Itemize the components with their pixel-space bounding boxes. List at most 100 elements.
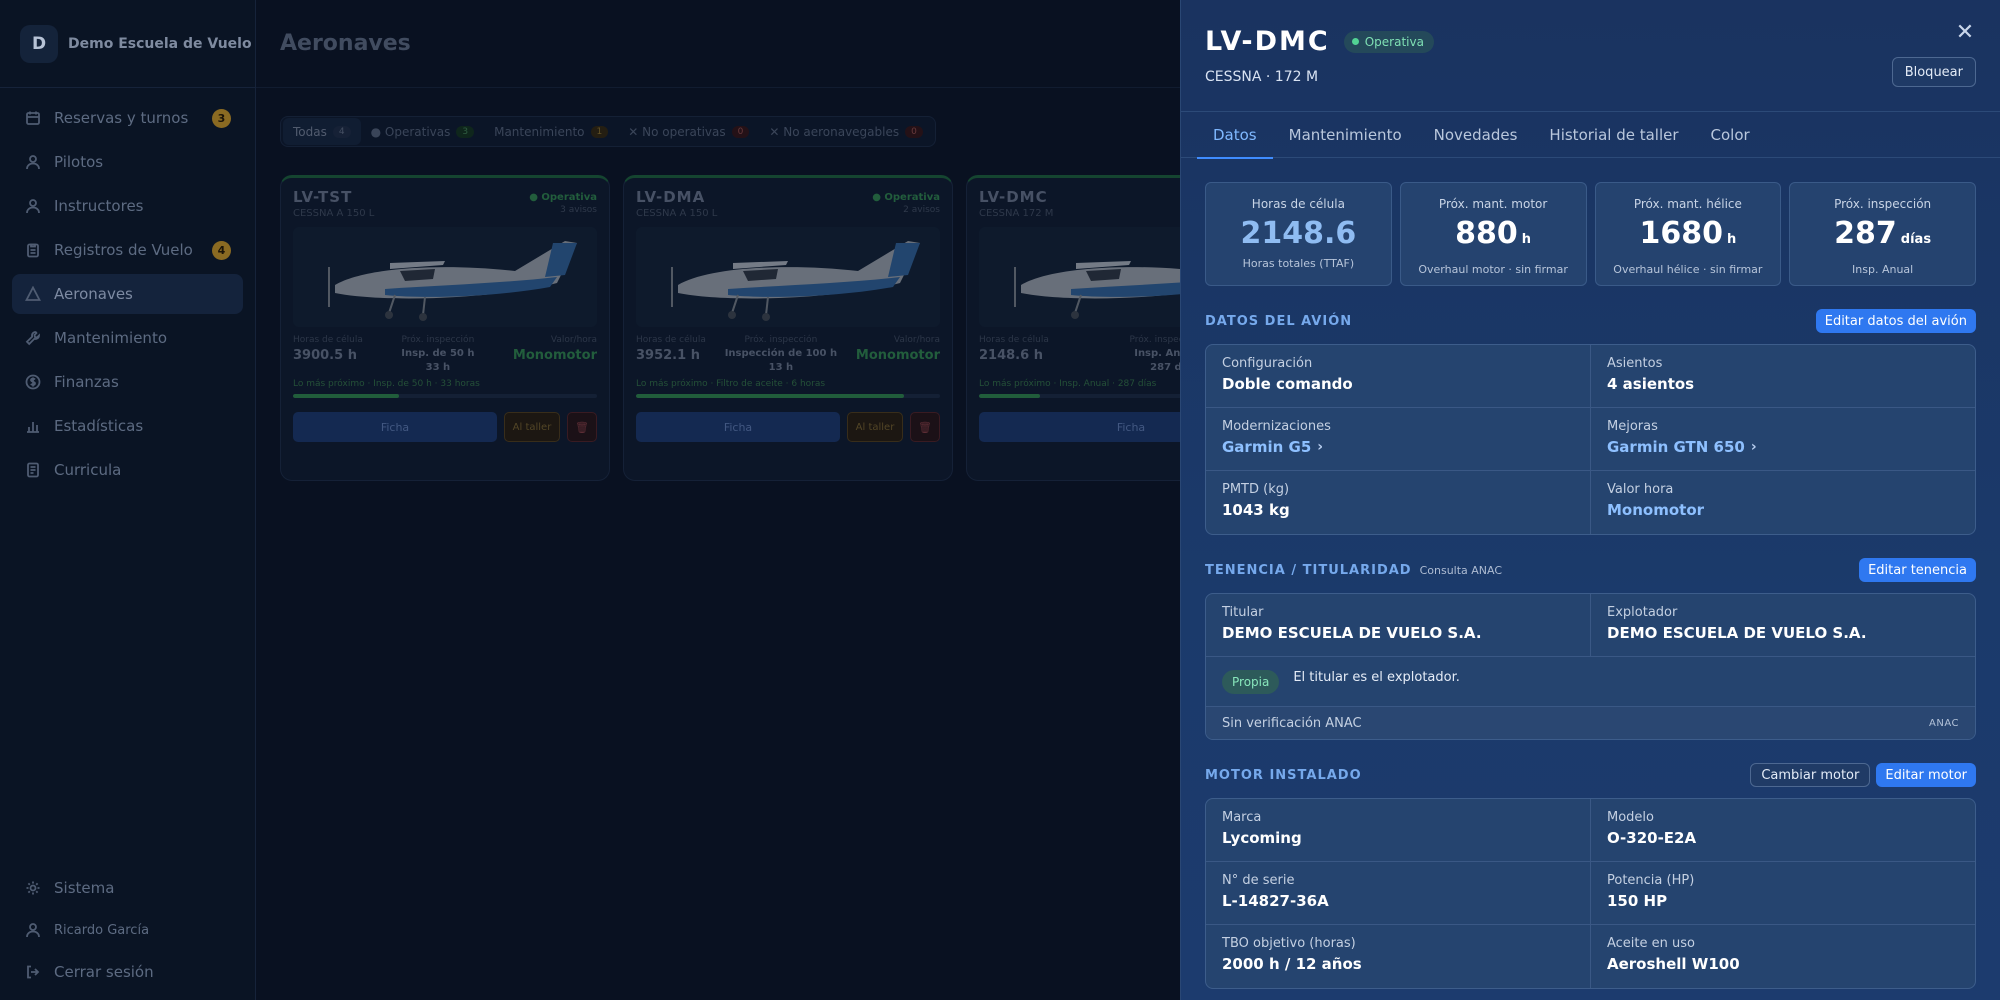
- drawer-header: LV-DMC Operativa CESSNA · 172 M ✕ Bloque…: [1181, 0, 2000, 112]
- aircraft-card[interactable]: LV-DMA CESSNA A 150 L ● Operativa 2 avis…: [623, 175, 953, 481]
- brand-logo: D: [20, 24, 58, 63]
- card-rate: Monomotor: [855, 348, 940, 363]
- verification-row: Sin verificación ANAC ANAC: [1206, 707, 1975, 739]
- reservas-badge: 3: [212, 109, 231, 128]
- card-hours: 2148.6 h: [979, 348, 1043, 363]
- sidebar-item-estadisticas[interactable]: Estadísticas: [12, 406, 243, 446]
- trash-icon[interactable]: 🗑: [567, 412, 597, 442]
- main-header: Aeronaves: [256, 0, 1180, 88]
- taller-button[interactable]: Al taller: [847, 412, 903, 442]
- tab-mantenimiento[interactable]: Mantenimiento: [1273, 112, 1418, 158]
- sidebar-item-pilotos[interactable]: Pilotos: [12, 142, 243, 182]
- field-value: L-14827-36A: [1222, 892, 1329, 910]
- edit-plane-button[interactable]: Editar datos del avión: [1815, 309, 1976, 333]
- filter-todas[interactable]: Todas 4: [283, 118, 361, 145]
- filter-count: 3: [456, 125, 475, 138]
- section-title: TENENCIA / TITULARIDAD: [1205, 562, 1412, 578]
- field-mejoras: Mejoras Garmin GTN 650 ›: [1590, 408, 1975, 470]
- stat-label: Próx. inspección: [1129, 335, 1180, 345]
- metric-airframe-hours: Horas de célula 2148.6 Horas totales (TT…: [1205, 182, 1392, 286]
- verification-tag: ANAC: [1929, 717, 1959, 729]
- logout-icon: [25, 964, 41, 980]
- filter-no-aeronavegables[interactable]: ✕ No aeronavegables 0: [759, 118, 932, 145]
- ownership-type-row: Propia El titular es el explotador.: [1206, 657, 1975, 707]
- calendar-icon: [25, 110, 41, 126]
- sidebar-item-label: Finanzas: [54, 373, 119, 391]
- filter-operativas[interactable]: ● Operativas 3: [361, 118, 485, 145]
- stat-label: Próx. inspección: [401, 335, 475, 345]
- modernizaciones-link[interactable]: Garmin G5 ›: [1222, 438, 1574, 456]
- sidebar-item-reservas[interactable]: Reservas y turnos 3: [12, 98, 243, 138]
- mejoras-link[interactable]: Garmin GTN 650 ›: [1607, 438, 1959, 456]
- section-header: TENENCIA / TITULARIDAD Consulta ANAC Edi…: [1205, 557, 1976, 583]
- sidebar-item-instructores[interactable]: Instructores: [12, 186, 243, 226]
- tab-novedades[interactable]: Novedades: [1418, 112, 1534, 158]
- tab-historial[interactable]: Historial de taller: [1533, 112, 1694, 158]
- tab-color[interactable]: Color: [1695, 112, 1766, 158]
- ficha-button[interactable]: Ficha: [979, 412, 1180, 442]
- card-progress: [293, 394, 597, 398]
- metric-value: 287 días: [1834, 217, 1931, 257]
- close-icon[interactable]: ✕: [1954, 22, 1976, 44]
- filter-no-operativas[interactable]: ✕ No operativas 0: [618, 118, 759, 145]
- card-next-item: Lo más próximo · Insp. Anual · 287 días: [979, 379, 1157, 389]
- card-model: CESSNA 172 M: [979, 208, 1054, 219]
- ownership-grid: Titular DEMO ESCUELA DE VUELO S.A. Explot…: [1205, 593, 1976, 740]
- field-explotador: Explotador DEMO ESCUELA DE VUELO S.A.: [1590, 594, 1975, 656]
- sidebar-item-label: Reservas y turnos: [54, 109, 189, 127]
- sidebar: D Demo Escuela de Vuelo Reservas y turno…: [0, 0, 256, 1000]
- field-tbo: TBO objetivo (horas) 2000 h / 12 años: [1206, 925, 1590, 988]
- ficha-button[interactable]: Ficha: [636, 412, 840, 442]
- filter-count: 4: [332, 125, 351, 138]
- page-title: Aeronaves: [280, 31, 411, 56]
- registros-badge: 4: [212, 241, 231, 260]
- taller-button[interactable]: Al taller: [504, 412, 560, 442]
- change-engine-button[interactable]: Cambiar motor: [1750, 763, 1871, 787]
- tab-datos[interactable]: Datos: [1197, 112, 1273, 159]
- grid-row: Configuración Doble comando Asientos 4 asi…: [1206, 345, 1975, 408]
- brand[interactable]: D Demo Escuela de Vuelo: [0, 0, 255, 88]
- brand-name: Demo Escuela de Vuelo: [68, 35, 252, 52]
- logout-button[interactable]: Cerrar sesión: [12, 952, 243, 992]
- metric-number: 2148.6: [1240, 216, 1357, 251]
- engine-grid: Marca Lycoming Modelo O-320-E2A N° de seri…: [1205, 798, 1976, 989]
- aircraft-card[interactable]: LV-DMC CESSNA 172 M Horas de célula 2148.…: [966, 175, 1180, 481]
- filter-mantenimiento[interactable]: Mantenimiento 1: [484, 118, 618, 145]
- field-label: Explotador: [1607, 605, 1678, 620]
- sidebar-item-mantenimiento[interactable]: Mantenimiento: [12, 318, 243, 358]
- document-icon: [25, 462, 41, 478]
- grid-row: Modernizaciones Garmin G5 › Mejoras Garmin …: [1206, 408, 1975, 471]
- edit-engine-button[interactable]: Editar motor: [1876, 763, 1976, 787]
- sidebar-item-sistema[interactable]: Sistema: [12, 868, 243, 908]
- metric-engine-maint: Próx. mant. motor 880 h Overhaul motor · …: [1399, 182, 1587, 286]
- card-hours: 3952.1 h: [636, 348, 700, 363]
- engine-section: MOTOR INSTALADO Cambiar motor Editar mot…: [1181, 762, 2000, 989]
- sidebar-item-curricula[interactable]: Curricula: [12, 450, 243, 490]
- sidebar-user[interactable]: Ricardo García: [12, 910, 243, 950]
- card-status: ● Operativa 2 avisos: [872, 192, 940, 215]
- field-asientos: Asientos 4 asientos: [1590, 345, 1975, 407]
- metric-value: 2148.6: [1240, 217, 1356, 251]
- lock-button[interactable]: Bloquear: [1891, 57, 1976, 87]
- card-actions: Ficha: [979, 412, 1180, 442]
- card-stats: Horas de célula 3952.1 h Próx. inspección…: [636, 335, 940, 373]
- field-label: Modernizaciones: [1222, 419, 1331, 434]
- sidebar-item-registros[interactable]: Registros de Vuelo 4: [12, 230, 243, 270]
- chevron-right-icon: ›: [1317, 439, 1324, 455]
- chevron-right-icon: ›: [1750, 439, 1757, 455]
- valor-hora-link[interactable]: Monomotor: [1607, 501, 1959, 519]
- aircraft-card[interactable]: LV-TST CESSNA A 150 L ● Operativa 3 avis…: [280, 175, 610, 481]
- user-icon: [25, 198, 41, 214]
- sidebar-item-finanzas[interactable]: Finanzas: [12, 362, 243, 402]
- sidebar-item-label: Registros de Vuelo: [54, 241, 193, 259]
- card-inspection: Insp. Anual: [1134, 348, 1180, 359]
- ficha-button[interactable]: Ficha: [293, 412, 497, 442]
- sidebar-item-aeronaves[interactable]: Aeronaves: [12, 274, 243, 314]
- edit-ownership-button[interactable]: Editar tenencia: [1859, 558, 1976, 582]
- metric-label: Próx. inspección: [1834, 197, 1932, 211]
- trash-icon[interactable]: 🗑: [910, 412, 940, 442]
- card-stats: Horas de célula 3900.5 h Próx. inspección…: [293, 335, 597, 373]
- drawer-title-row: LV-DMC Operativa: [1205, 26, 1976, 57]
- field-label: Modelo: [1607, 810, 1654, 825]
- section-header: DATOS DEL AVIÓN Editar datos del avión: [1205, 308, 1976, 334]
